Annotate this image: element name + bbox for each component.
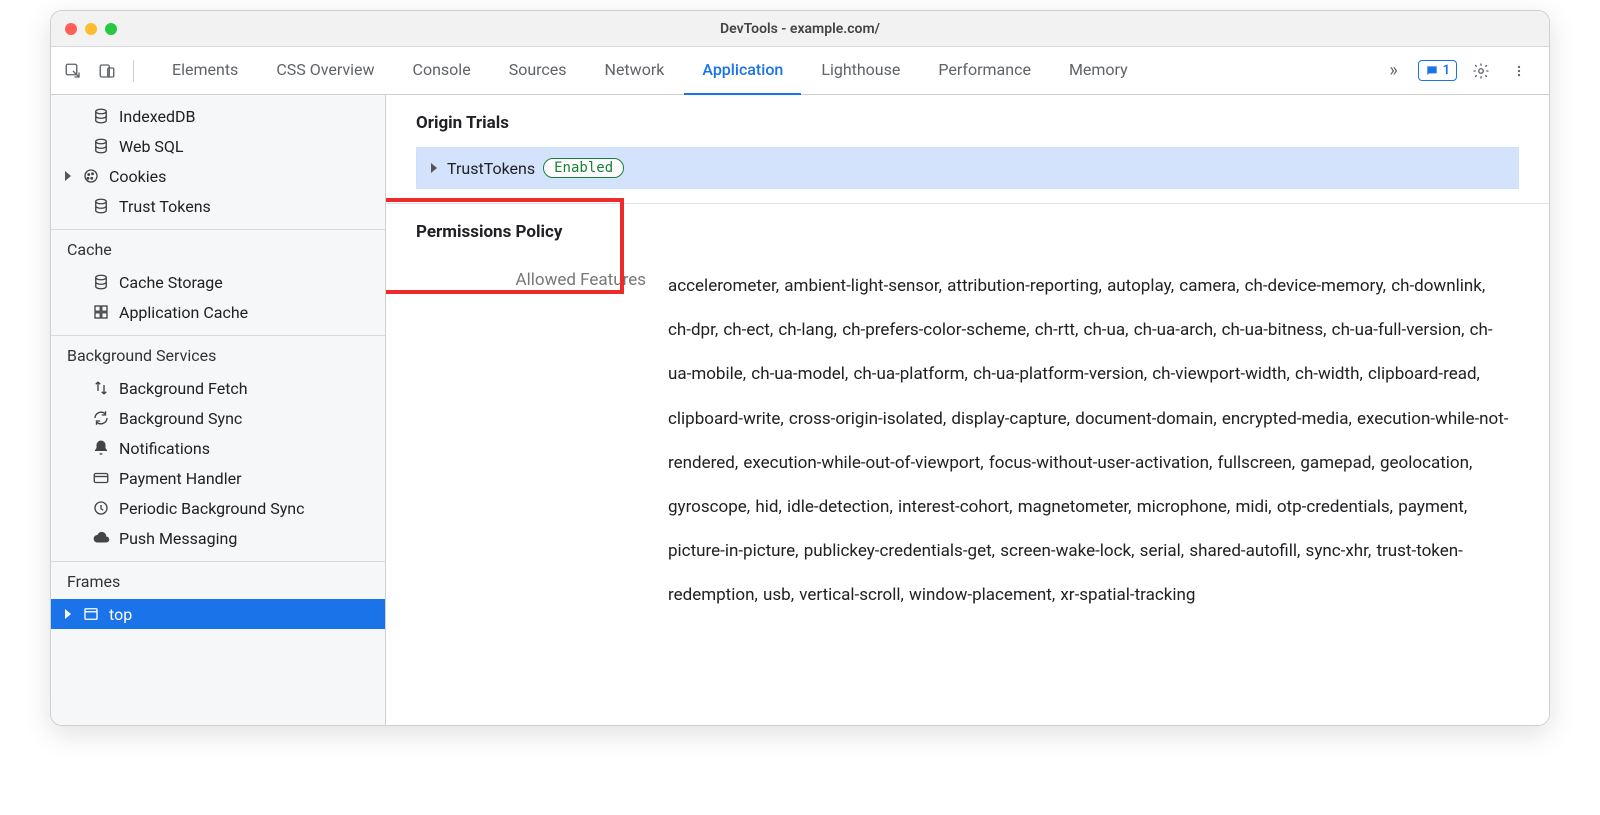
origin-trials-title: Origin Trials bbox=[416, 113, 1519, 133]
permissions-policy-section: Permissions Policy Allowed Features acce… bbox=[386, 203, 1549, 618]
database-icon bbox=[91, 106, 111, 126]
main-split: IndexedDB Web SQL Cookies Trust Tokens Cach… bbox=[51, 95, 1549, 725]
sidebar-item-application-cache[interactable]: Application Cache bbox=[51, 297, 385, 327]
titlebar: DevTools - example.com/ bbox=[51, 11, 1549, 47]
sidebar-item-label: Payment Handler bbox=[119, 469, 242, 488]
tab-label: Application bbox=[702, 60, 783, 79]
sidebar-item-background-sync[interactable]: Background Sync bbox=[51, 403, 385, 433]
inspect-element-button[interactable] bbox=[59, 57, 87, 85]
toolbar: Elements CSS Overview Console Sources Networ… bbox=[51, 47, 1549, 95]
tab-label: Memory bbox=[1069, 60, 1128, 79]
sidebar-item-web-sql[interactable]: Web SQL bbox=[51, 131, 385, 161]
tab-css-overview[interactable]: CSS Overview bbox=[258, 47, 392, 95]
sidebar-item-label: Trust Tokens bbox=[119, 197, 211, 216]
sidebar-item-label: Notifications bbox=[119, 439, 210, 458]
settings-button[interactable] bbox=[1467, 57, 1495, 85]
sidebar-item-top[interactable]: top bbox=[51, 599, 385, 629]
devtools-tabs: Elements CSS Overview Console Sources Networ… bbox=[154, 47, 1374, 95]
origin-trials-section: Origin Trials TrustTokens Enabled bbox=[386, 95, 1549, 189]
caret-icon bbox=[431, 163, 437, 173]
tab-network[interactable]: Network bbox=[587, 47, 683, 95]
cache-header: Cache bbox=[51, 229, 385, 267]
tab-application[interactable]: Application bbox=[684, 47, 801, 95]
tab-label: Performance bbox=[938, 60, 1031, 79]
tab-lighthouse[interactable]: Lighthouse bbox=[803, 47, 918, 95]
cloud-icon bbox=[91, 528, 111, 548]
sidebar-item-background-fetch[interactable]: Background Fetch bbox=[51, 373, 385, 403]
permissions-allowed-value: accelerometer, ambient-light-sensor, att… bbox=[668, 264, 1519, 618]
sidebar-item-label: Application Cache bbox=[119, 303, 248, 322]
tab-label: Console bbox=[413, 60, 471, 79]
frames-header: Frames bbox=[51, 561, 385, 599]
sidebar-item-label: Push Messaging bbox=[119, 529, 237, 548]
bg-header: Background Services bbox=[51, 335, 385, 373]
bell-icon bbox=[91, 438, 111, 458]
trial-row[interactable]: TrustTokens Enabled bbox=[416, 147, 1519, 189]
sidebar-item-label: IndexedDB bbox=[119, 107, 195, 126]
maximize-icon[interactable] bbox=[105, 23, 117, 35]
more-tabs-button[interactable]: » bbox=[1380, 57, 1408, 85]
sidebar-item-periodic-background-sync[interactable]: Periodic Background Sync bbox=[51, 493, 385, 523]
tab-label: Network bbox=[605, 60, 665, 79]
traffic-lights bbox=[51, 23, 117, 35]
window-icon bbox=[81, 604, 101, 624]
caret-icon bbox=[65, 609, 71, 619]
toolbar-right: » 1 bbox=[1380, 57, 1541, 85]
cookie-icon bbox=[81, 166, 101, 186]
permissions-title: Permissions Policy bbox=[416, 222, 1519, 242]
sidebar-item-label: Cache Storage bbox=[119, 273, 223, 292]
window-title: DevTools - example.com/ bbox=[51, 21, 1549, 37]
sidebar-item-indexeddb[interactable]: IndexedDB bbox=[51, 101, 385, 131]
tab-sources[interactable]: Sources bbox=[491, 47, 585, 95]
sidebar-item-label: Cookies bbox=[109, 167, 166, 186]
cache-group: Cache Cache Storage Application Cache bbox=[51, 229, 385, 335]
frames-group: Frames top bbox=[51, 561, 385, 637]
storage-group: IndexedDB Web SQL Cookies Trust Tokens bbox=[51, 95, 385, 229]
sidebar-item-trust-tokens[interactable]: Trust Tokens bbox=[51, 191, 385, 221]
minimize-icon[interactable] bbox=[85, 23, 97, 35]
tab-label: Lighthouse bbox=[821, 60, 900, 79]
bg-group: Background Services Background Fetch Back… bbox=[51, 335, 385, 561]
sidebar-item-cache-storage[interactable]: Cache Storage bbox=[51, 267, 385, 297]
database-icon bbox=[91, 272, 111, 292]
database-icon bbox=[91, 136, 111, 156]
sync-icon bbox=[91, 408, 111, 428]
application-sidebar: IndexedDB Web SQL Cookies Trust Tokens Cach… bbox=[51, 95, 386, 725]
sidebar-item-label: Background Sync bbox=[119, 409, 242, 428]
tab-elements[interactable]: Elements bbox=[154, 47, 256, 95]
kebab-menu-button[interactable] bbox=[1505, 57, 1533, 85]
sidebar-item-payment-handler[interactable]: Payment Handler bbox=[51, 463, 385, 493]
updown-icon bbox=[91, 378, 111, 398]
tab-label: Elements bbox=[172, 60, 238, 79]
card-icon bbox=[91, 468, 111, 488]
grid-icon bbox=[91, 302, 111, 322]
devtools-window: DevTools - example.com/ Elements CSS Over… bbox=[50, 10, 1550, 726]
close-icon[interactable] bbox=[65, 23, 77, 35]
permissions-allowed-label: Allowed Features bbox=[416, 264, 646, 296]
tab-memory[interactable]: Memory bbox=[1051, 47, 1146, 95]
issues-count: 1 bbox=[1443, 63, 1450, 78]
tab-label: CSS Overview bbox=[276, 60, 374, 79]
sidebar-item-label: Periodic Background Sync bbox=[119, 499, 304, 518]
trial-name: TrustTokens bbox=[447, 159, 535, 178]
device-toolbar-button[interactable] bbox=[93, 57, 121, 85]
database-icon bbox=[91, 196, 111, 216]
tab-console[interactable]: Console bbox=[395, 47, 489, 95]
sidebar-item-label: Web SQL bbox=[119, 137, 184, 156]
tab-label: Sources bbox=[509, 60, 567, 79]
sidebar-item-cookies[interactable]: Cookies bbox=[51, 161, 385, 191]
clock-icon bbox=[91, 498, 111, 518]
tab-performance[interactable]: Performance bbox=[920, 47, 1049, 95]
trial-status-chip: Enabled bbox=[543, 158, 624, 178]
sidebar-item-label: top bbox=[109, 605, 132, 624]
sidebar-item-push-messaging[interactable]: Push Messaging bbox=[51, 523, 385, 553]
separator bbox=[133, 60, 134, 82]
sidebar-item-label: Background Fetch bbox=[119, 379, 248, 398]
detail-pane: Origin Trials TrustTokens Enabled Permis… bbox=[386, 95, 1549, 725]
sidebar-item-notifications[interactable]: Notifications bbox=[51, 433, 385, 463]
caret-icon bbox=[65, 171, 71, 181]
issues-badge[interactable]: 1 bbox=[1418, 60, 1457, 81]
